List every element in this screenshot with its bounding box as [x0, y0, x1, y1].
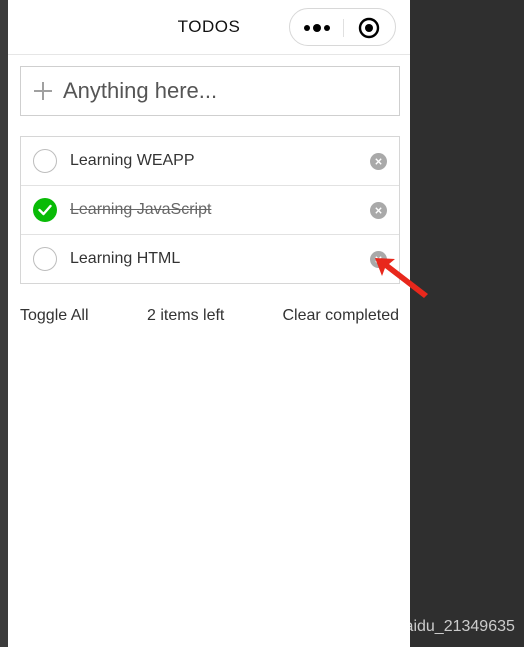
menu-capsule [289, 8, 396, 46]
clear-completed-button[interactable]: Clear completed [283, 307, 400, 325]
todo-checkbox[interactable] [33, 149, 57, 173]
new-todo-box [20, 66, 400, 116]
todo-checkbox[interactable] [33, 247, 57, 271]
watermark: https://blog.csdn.net/baidu_21349635 [248, 618, 515, 635]
capsule-divider [343, 19, 344, 37]
navigation-bar: TODOS [8, 0, 410, 55]
items-left-count: 2 items left [147, 307, 225, 324]
more-dots-icon[interactable] [302, 21, 332, 35]
todo-label: Learning JavaScript [70, 201, 212, 218]
todo-list: Learning WEAPP Learning JavaScript Learn… [20, 136, 400, 284]
side-panel [410, 0, 524, 647]
remove-icon[interactable] [370, 153, 387, 170]
toggle-all-button[interactable]: Toggle All [20, 307, 89, 325]
checkmark-icon [38, 204, 52, 216]
mini-program-page: TODOS Anything here... Learning WEAPP Le… [8, 0, 410, 647]
todo-checkbox-checked[interactable] [33, 198, 57, 222]
close-mini-program-icon[interactable] [358, 17, 380, 39]
remove-icon[interactable] [370, 202, 387, 219]
todo-item[interactable]: Learning WEAPP [21, 137, 399, 186]
todo-item-completed[interactable]: Learning JavaScript [21, 186, 399, 235]
todo-label: Learning WEAPP [70, 152, 195, 169]
window-edge [0, 0, 8, 647]
todo-item[interactable]: Learning HTML [21, 235, 399, 283]
annotation-arrow-icon [375, 258, 428, 298]
screenshot-stage: TODOS Anything here... Learning WEAPP Le… [0, 0, 524, 647]
new-todo-input[interactable] [63, 76, 383, 106]
todo-label: Learning HTML [70, 250, 181, 267]
plus-icon[interactable] [33, 81, 53, 101]
todo-footer: Toggle All 2 items left Clear completed [20, 307, 400, 331]
